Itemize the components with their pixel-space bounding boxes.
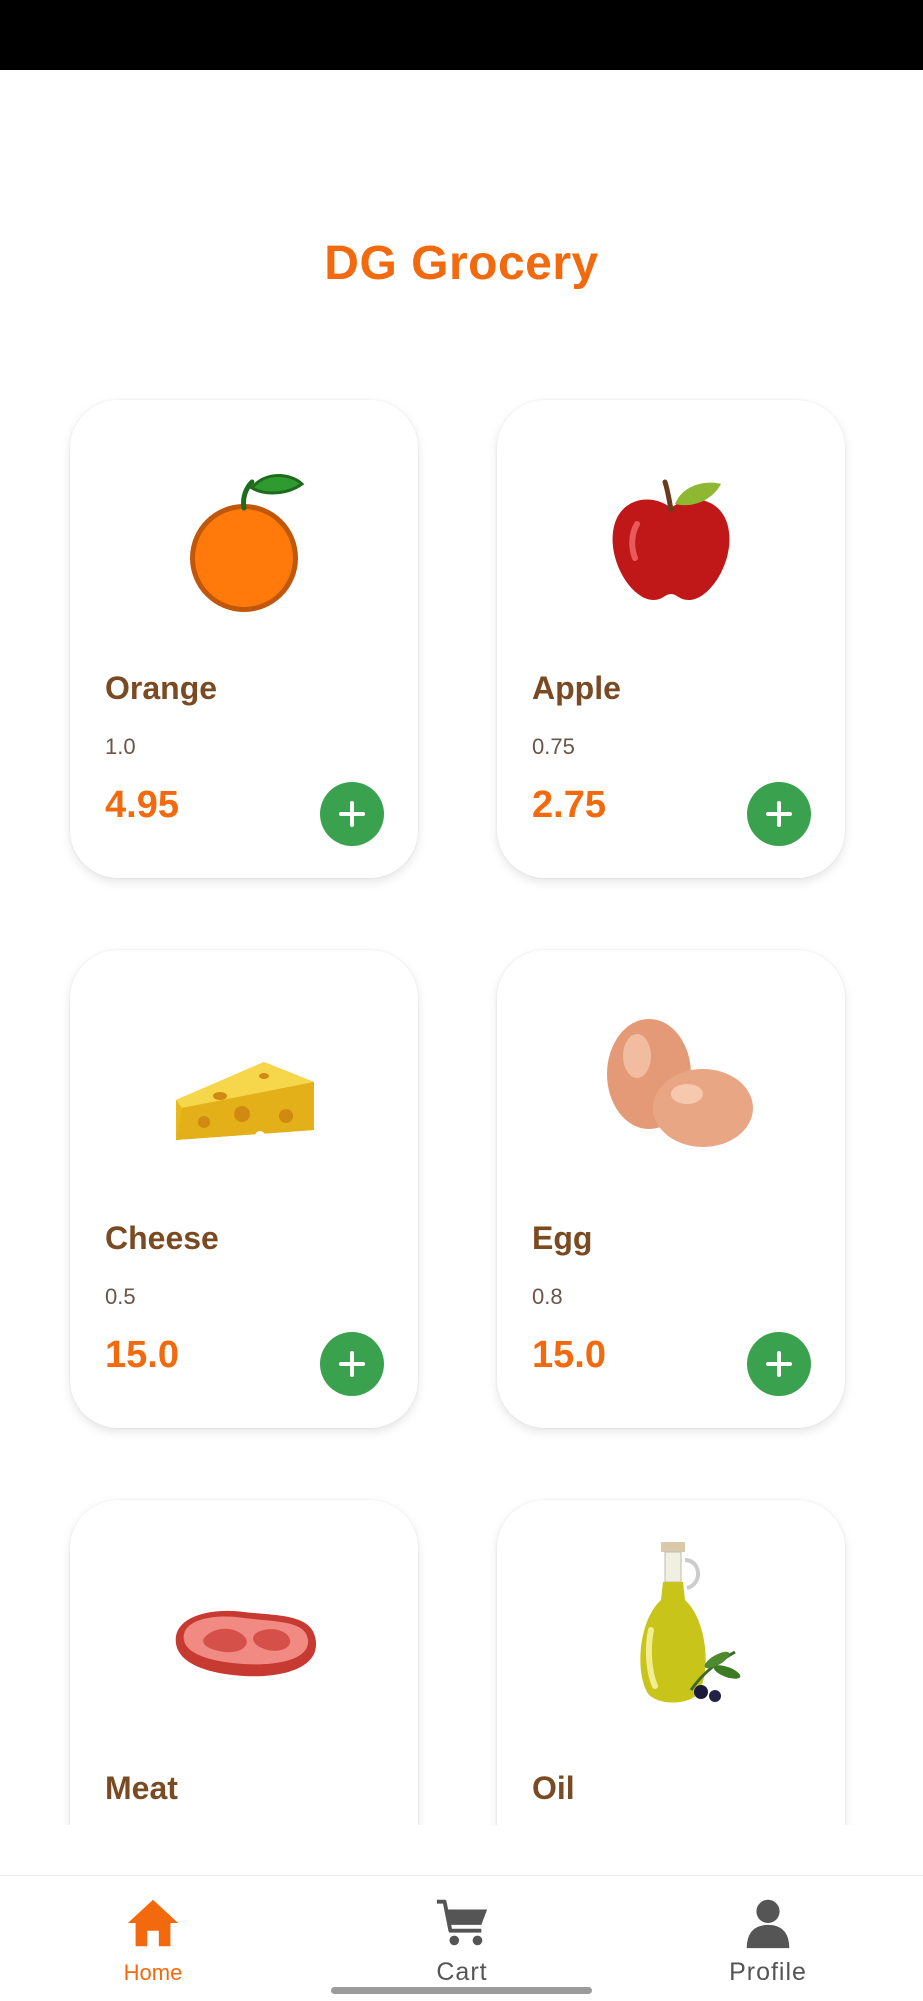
product-name: Oil <box>532 1770 575 1806</box>
add-to-cart-button[interactable] <box>320 1332 384 1396</box>
home-icon <box>127 1899 179 1947</box>
nav-home-label: Home <box>123 1960 183 1985</box>
product-name: Egg <box>532 1220 593 1256</box>
home-indicator <box>331 1987 592 1994</box>
apple-image <box>551 440 791 615</box>
orange-image <box>124 440 364 615</box>
nav-home[interactable]: Home <box>83 1894 223 1994</box>
product-card-oil[interactable]: Oil <box>497 1500 845 1825</box>
product-price: 15.0 <box>532 1334 606 1376</box>
add-to-cart-button[interactable] <box>747 782 811 846</box>
egg-image <box>551 990 791 1165</box>
person-icon <box>746 1899 790 1949</box>
product-card-apple[interactable]: Apple 0.75 2.75 <box>497 400 845 878</box>
nav-cart[interactable]: Cart <box>392 1894 532 1994</box>
nav-cart-label: Cart <box>436 1958 488 1986</box>
product-quantity: 1.0 <box>105 734 136 759</box>
product-quantity: 0.75 <box>532 734 575 759</box>
bottom-navigation: Home Cart Profile <box>0 1875 923 2001</box>
product-price: 2.75 <box>532 784 606 826</box>
add-to-cart-button[interactable] <box>320 782 384 846</box>
product-card-cheese[interactable]: Cheese 0.5 15.0 <box>70 950 418 1428</box>
product-quantity: 0.5 <box>105 1284 136 1309</box>
product-name: Cheese <box>105 1220 219 1256</box>
product-price: 15.0 <box>105 1334 179 1376</box>
oil-image <box>551 1520 791 1720</box>
cart-icon <box>436 1899 488 1946</box>
plus-icon <box>339 801 365 827</box>
product-price: 4.95 <box>105 784 179 826</box>
plus-icon <box>766 1351 792 1377</box>
product-name: Orange <box>105 670 218 706</box>
add-to-cart-button[interactable] <box>747 1332 811 1396</box>
plus-icon <box>766 801 792 827</box>
status-bar <box>0 0 923 70</box>
nav-profile-label: Profile <box>729 1958 807 1986</box>
app-title: DG Grocery <box>324 237 599 290</box>
plus-icon <box>339 1351 365 1377</box>
meat-image <box>124 1540 364 1715</box>
product-card-orange[interactable]: Orange 1.0 4.95 <box>70 400 418 878</box>
nav-profile[interactable]: Profile <box>698 1894 838 1994</box>
product-card-egg[interactable]: Egg 0.8 15.0 <box>497 950 845 1428</box>
product-quantity: 0.8 <box>532 1284 563 1309</box>
product-name: Apple <box>532 670 621 706</box>
product-name: Meat <box>105 1770 178 1806</box>
product-card-meat[interactable]: Meat <box>70 1500 418 1825</box>
cheese-image <box>124 990 364 1165</box>
product-grid[interactable]: Orange 1.0 4.95 Apple 0.75 2.75 Cheese 0… <box>0 330 923 1825</box>
